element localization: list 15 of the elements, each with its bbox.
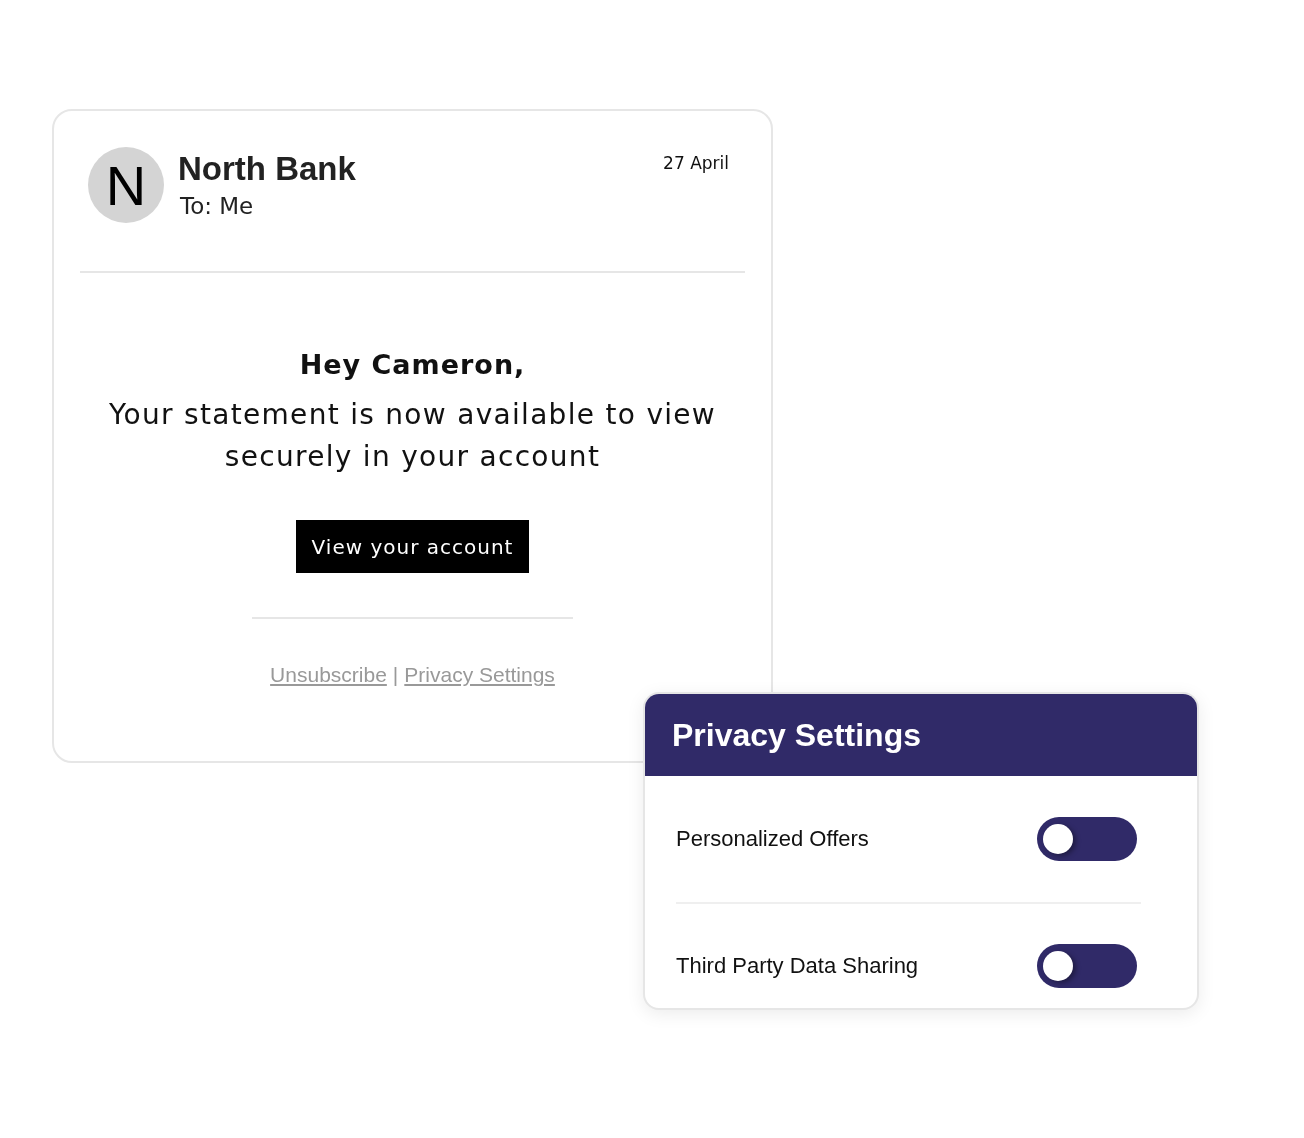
avatar-icon: N bbox=[88, 147, 164, 223]
toggle-switch[interactable] bbox=[1037, 817, 1137, 861]
footer-link[interactable]: Unsubscribe bbox=[270, 663, 387, 687]
email-date: 27 April bbox=[663, 153, 729, 173]
toggle-switch[interactable] bbox=[1037, 944, 1137, 988]
greeting-text: Hey Cameron, bbox=[299, 349, 526, 380]
sender-name: North Bank bbox=[178, 151, 357, 188]
view-account-button[interactable]: View your account bbox=[296, 520, 529, 573]
footer-link[interactable]: Privacy Settings bbox=[404, 663, 555, 687]
setting-label: Third Party Data Sharing bbox=[676, 953, 919, 979]
setting-label: Personalized Offers bbox=[676, 826, 869, 852]
recipient-text: To: Me bbox=[180, 193, 255, 220]
separator-text: | bbox=[392, 663, 399, 687]
panel-title: Privacy Settings bbox=[672, 716, 921, 754]
message-text: Your statement is now available to view securely in your account bbox=[107, 397, 718, 475]
